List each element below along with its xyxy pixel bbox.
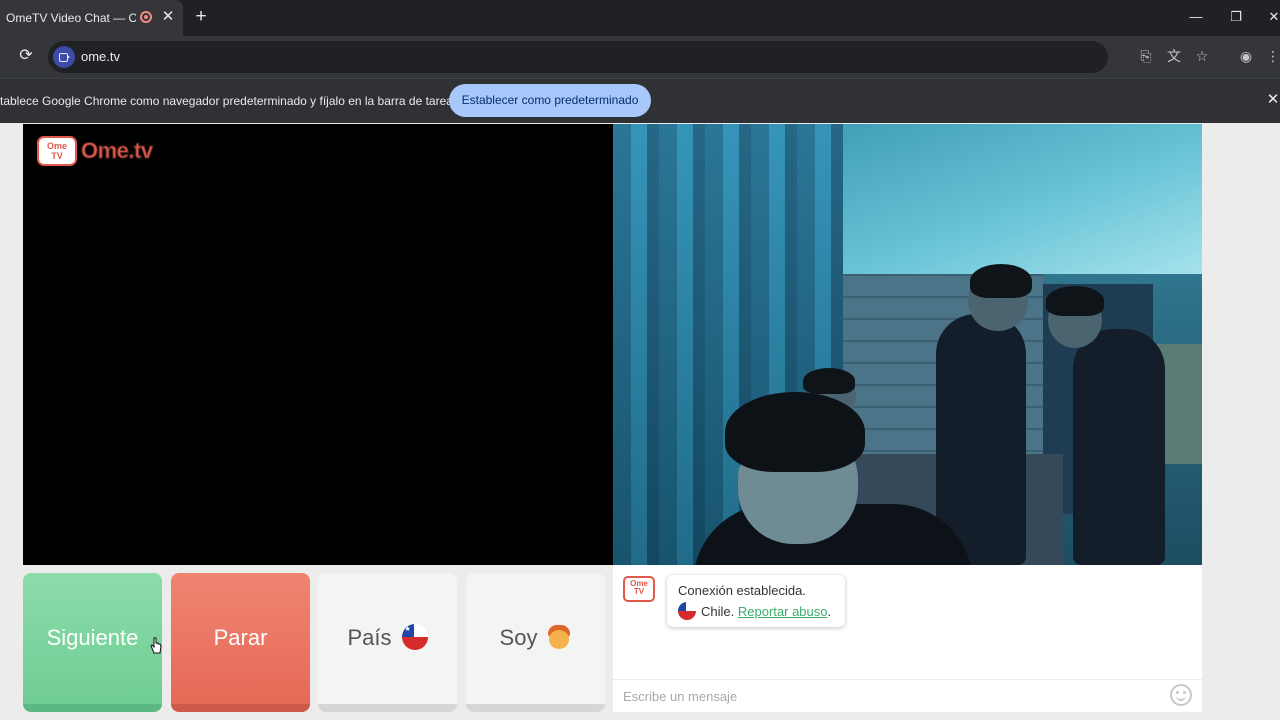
restore-button[interactable]: ❐ — [1224, 6, 1248, 28]
boy-icon — [547, 625, 571, 650]
menu-icon[interactable]: ⋮ — [1266, 46, 1280, 66]
address-bar[interactable]: ome.tv — [48, 41, 1108, 73]
minimize-button[interactable]: — — [1184, 6, 1208, 28]
default-browser-infobar: tablece Google Chrome como navegador pre… — [0, 78, 1280, 123]
tab-close-icon[interactable]: ✕ — [160, 8, 176, 26]
partner-country: Chile. — [701, 604, 735, 619]
url-text[interactable]: ome.tv — [81, 49, 120, 64]
video-person — [1073, 329, 1165, 565]
video-person-hair — [1046, 286, 1104, 316]
stop-button[interactable]: Parar — [171, 573, 310, 712]
star-icon[interactable]: ☆ — [1192, 46, 1212, 66]
site-info-icon[interactable] — [53, 46, 75, 68]
video-foreground-hair — [725, 392, 865, 472]
emoji-icon[interactable] — [1170, 684, 1192, 706]
message-input[interactable] — [623, 686, 1153, 706]
tv-icon: Ome TV — [37, 136, 77, 166]
video-person-hair — [970, 264, 1032, 298]
new-tab-button[interactable]: + — [191, 6, 211, 28]
hand-cursor-icon — [150, 637, 162, 654]
connection-status: Conexión establecida. — [678, 583, 806, 598]
set-default-button[interactable]: Establecer como predeterminado — [449, 84, 651, 117]
chile-flag-icon — [678, 602, 696, 621]
recording-icon — [140, 11, 152, 23]
ometv-logo[interactable]: Ome TV Ome.tv — [37, 130, 159, 170]
browser-tab[interactable]: OmeTV Video Chat — Ome ✕ — [0, 0, 183, 36]
chat-panel: Ome TV Conexión establecida. Chile. Repo… — [613, 565, 1202, 712]
translate-icon[interactable]: 文 — [1164, 46, 1184, 66]
browser-tabstrip: OmeTV Video Chat — Ome ✕ + — ❐ ✕ — [0, 0, 1280, 36]
infobar-message: tablece Google Chrome como navegador pre… — [0, 94, 459, 108]
chat-input-bar — [613, 679, 1202, 712]
local-video: Ome TV Ome.tv — [23, 124, 613, 565]
infobar-close-icon[interactable]: ✕ — [1264, 90, 1280, 110]
partner-country-line: Chile. Reportar abuso. — [678, 602, 831, 621]
video-person-hair — [803, 368, 855, 394]
profile-icon[interactable]: ◉ — [1236, 46, 1256, 66]
browser-toolbar: ⟳ ome.tv ⎘ 文 ☆ ◉ ⋮ — [0, 36, 1280, 78]
next-button[interactable]: Siguiente — [23, 573, 162, 712]
chile-flag-icon: ★ — [401, 624, 428, 651]
system-message: Conexión establecida. Chile. Reportar ab… — [667, 575, 845, 627]
install-app-icon[interactable]: ⎘ — [1136, 46, 1156, 66]
next-button-label: Siguiente — [46, 625, 139, 650]
stop-button-label: Parar — [213, 625, 268, 650]
tab-title: OmeTV Video Chat — Ome — [6, 11, 136, 25]
reload-icon[interactable]: ⟳ — [15, 45, 37, 67]
ometv-page: Ome TV Ome.tv Siguiente Parar País ★ Soy — [0, 124, 1280, 720]
logo-wordmark: Ome.tv — [81, 138, 154, 164]
gender-button-label: Soy — [499, 625, 538, 650]
window-close-button[interactable]: ✕ — [1262, 6, 1280, 28]
country-filter-button[interactable]: País ★ — [318, 573, 457, 712]
report-abuse-link[interactable]: Reportar abuso — [738, 604, 828, 619]
remote-video — [613, 124, 1202, 565]
country-button-label: País — [347, 625, 392, 650]
gender-button[interactable]: Soy — [466, 573, 605, 712]
video-scene-ceiling — [783, 124, 1202, 274]
ometv-chat-logo-icon: Ome TV — [623, 576, 655, 602]
